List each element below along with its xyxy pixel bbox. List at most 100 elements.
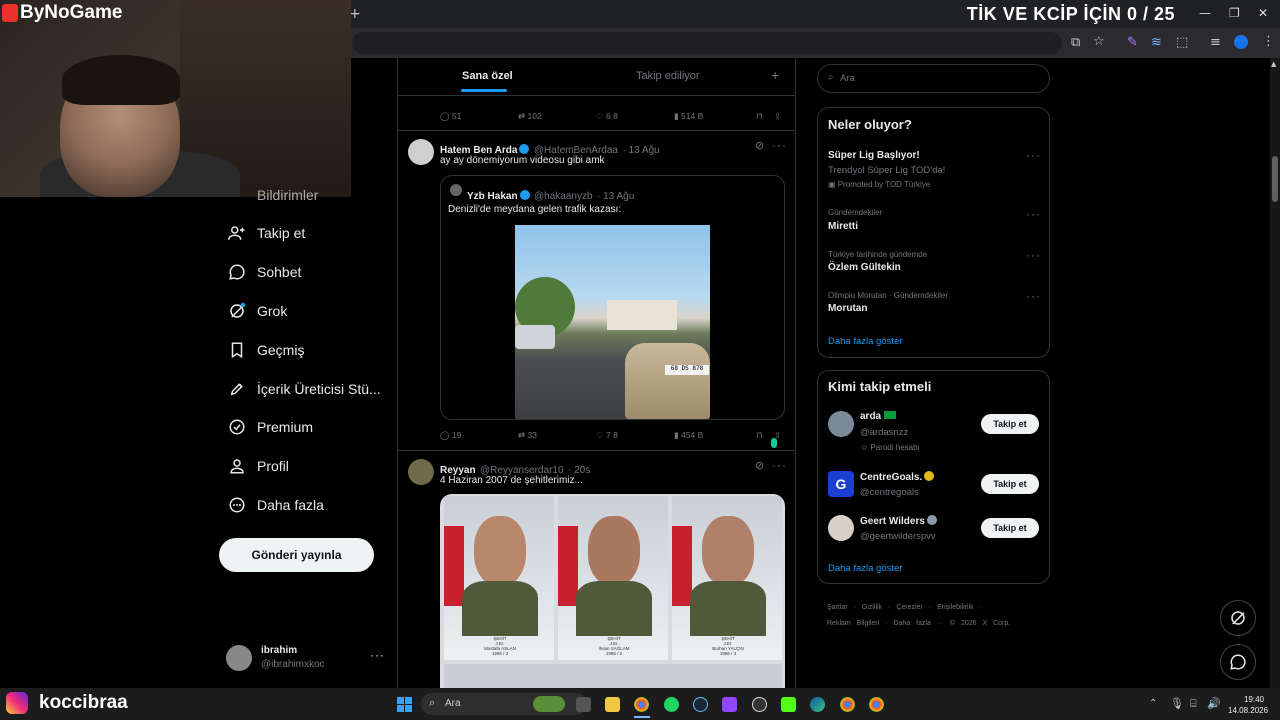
twitch-icon[interactable] xyxy=(722,697,737,712)
trend-name[interactable]: Süper Lig Başlıyor! xyxy=(828,150,920,161)
quoted-video[interactable]: 68 DS 878 xyxy=(441,225,784,419)
rocket-icon xyxy=(230,383,243,396)
account-more-icon[interactable]: ··· xyxy=(370,648,385,662)
like-button[interactable]: ♡ 7 8 xyxy=(596,430,674,441)
trends-show-more[interactable]: Daha fazla göster xyxy=(828,336,902,347)
post-button[interactable]: Gönderi yayınla xyxy=(219,538,374,572)
trend-more-icon[interactable]: ··· xyxy=(1026,207,1041,221)
nav-history[interactable]: Geçmiş xyxy=(228,335,304,365)
install-app-icon[interactable]: ⧉ xyxy=(1071,35,1080,50)
nav-chat[interactable]: Sohbet xyxy=(228,257,301,287)
like-button[interactable]: ♡ 6 8 xyxy=(596,111,674,122)
browser-menu-icon[interactable]: ⋮ xyxy=(1262,34,1275,49)
centregoals-logo-icon[interactable]: G xyxy=(828,471,854,497)
steam-icon[interactable] xyxy=(693,697,708,712)
page-scrollbar[interactable] xyxy=(1270,58,1280,688)
footer-separator: · xyxy=(885,620,888,627)
task-view-icon[interactable] xyxy=(576,697,591,712)
trend-more-icon[interactable]: ··· xyxy=(1026,148,1041,162)
tweet-photo[interactable]: ŞEHİT J.Er. Mustafa ASLAN 1986 / 3 ŞEHİT J.E… xyxy=(440,494,785,688)
restore-icon[interactable]: ❐ xyxy=(1229,6,1240,20)
search-box[interactable]: ⌕ Ara xyxy=(817,64,1050,93)
bookmark-star-icon[interactable]: ☆ xyxy=(1093,34,1105,49)
obs-icon[interactable] xyxy=(752,697,767,712)
nav-premium[interactable]: Premium xyxy=(228,412,313,442)
account-switcher[interactable]: ibrahim @ibrahimxkoc ··· xyxy=(226,642,386,674)
suggest-avatar[interactable] xyxy=(828,515,854,541)
nav-grok[interactable]: Grok xyxy=(228,296,287,326)
suggest-name[interactable]: arda xyxy=(860,411,896,422)
views-button[interactable]: ▮ 514 B xyxy=(674,111,756,122)
address-bar[interactable] xyxy=(352,32,1062,54)
file-explorer-icon[interactable] xyxy=(605,697,620,712)
reply-button[interactable]: ◯ 51 xyxy=(440,111,518,122)
suggest-name[interactable]: CentreGoals. xyxy=(860,471,935,483)
grok-explain-icon[interactable]: ⊘ xyxy=(755,139,764,152)
retweet-button[interactable]: ⇄ 102 xyxy=(518,111,596,122)
nav-creator-studio[interactable]: İçerik Üreticisi Stü... xyxy=(228,374,381,404)
tweet-time[interactable]: · 13 Ağu xyxy=(622,145,659,156)
close-icon[interactable]: ✕ xyxy=(1258,6,1268,20)
footer-cookies[interactable]: Çerezler xyxy=(896,604,922,611)
edge-icon[interactable] xyxy=(810,697,825,712)
trend-name[interactable]: Miretti xyxy=(828,221,858,232)
grok-explain-icon[interactable]: ⊘ xyxy=(755,459,764,472)
nav-more[interactable]: Daha fazla xyxy=(228,490,324,520)
tweet-more-icon[interactable]: ··· xyxy=(772,138,787,152)
trend-more-icon[interactable]: ··· xyxy=(1026,248,1041,262)
trend-more-icon[interactable]: ··· xyxy=(1026,289,1041,303)
suggest-name[interactable]: Geert Wilders xyxy=(860,515,937,527)
network-icon[interactable]: ⌸ xyxy=(1190,697,1197,711)
windows-start-icon[interactable] xyxy=(397,697,412,712)
follow-button[interactable]: Takip et xyxy=(981,414,1039,434)
extension-pen-icon[interactable]: ✎ xyxy=(1127,35,1138,50)
reply-button[interactable]: ◯ 19 xyxy=(440,430,518,441)
profile-avatar-icon[interactable] xyxy=(1234,35,1248,49)
tweet-avatar[interactable] xyxy=(408,139,434,165)
suggest-avatar[interactable] xyxy=(828,411,854,437)
taskbar-search[interactable]: ⌕ Ara xyxy=(421,693,587,715)
chat-fab[interactable] xyxy=(1220,644,1256,680)
grok-fab[interactable] xyxy=(1220,600,1256,636)
footer-ads-info[interactable]: Reklam Bilgileri xyxy=(827,620,879,627)
nav-notifications[interactable]: Bildirimler xyxy=(228,180,318,210)
minimize-icon[interactable]: — xyxy=(1199,6,1211,20)
video-building xyxy=(607,300,677,330)
chrome-icon[interactable] xyxy=(634,697,649,712)
nav-profile[interactable]: Profil xyxy=(228,451,289,481)
trend-name[interactable]: Özlem Gültekin xyxy=(828,262,901,273)
clock[interactable]: 19:40 14.08.2026 xyxy=(1228,694,1268,716)
bookmark-icon[interactable]: ⊓ xyxy=(756,111,774,122)
follow-button[interactable]: Takip et xyxy=(981,518,1039,538)
scrollbar-thumb[interactable] xyxy=(1272,156,1278,202)
volume-icon[interactable]: 🔊 xyxy=(1207,697,1221,710)
nav-follow[interactable]: Takip et xyxy=(228,218,305,248)
portrait-caption: ŞEHİT J.Er. İhsan SAĞLAM 1986 / 2 xyxy=(578,636,650,656)
tweet-more-icon[interactable]: ··· xyxy=(772,458,787,472)
trend-name[interactable]: Morutan xyxy=(828,303,867,314)
add-tab-button[interactable]: + xyxy=(771,67,779,89)
reading-list-icon[interactable]: ≡ xyxy=(1210,35,1221,50)
tray-overflow-icon[interactable]: ⌃ xyxy=(1149,698,1157,709)
tweet-avatar[interactable] xyxy=(408,459,434,485)
chrome-profile-icon[interactable] xyxy=(869,697,884,712)
nav-label: Premium xyxy=(257,419,314,435)
share-icon[interactable]: ⇪ xyxy=(774,111,781,122)
extensions-puzzle-icon[interactable]: ⬚ xyxy=(1176,35,1188,50)
retweet-button[interactable]: ⇄ 33 xyxy=(518,430,596,441)
scroll-up-icon[interactable]: ▲ xyxy=(1271,60,1276,68)
spotify-icon[interactable] xyxy=(664,697,679,712)
views-button[interactable]: ▮ 454 B xyxy=(674,430,756,441)
chrome-profile-icon[interactable] xyxy=(840,697,855,712)
footer-terms[interactable]: Şartlar xyxy=(827,604,848,611)
extension-wave-icon[interactable]: ≋ xyxy=(1151,35,1162,50)
kick-icon[interactable] xyxy=(781,697,796,712)
who-show-more[interactable]: Daha fazla göster xyxy=(828,563,902,574)
footer-privacy[interactable]: Gizlilik xyxy=(862,604,882,611)
footer-accessibility[interactable]: Erişilebilirlik xyxy=(937,604,974,611)
tab-following[interactable]: Takip ediliyor xyxy=(636,70,700,92)
nav-label: Takip et xyxy=(257,225,306,241)
follow-button[interactable]: Takip et xyxy=(981,474,1039,494)
footer-more[interactable]: Daha fazla ··· xyxy=(893,620,943,627)
microphone-icon[interactable]: 🎙 xyxy=(1170,697,1184,710)
